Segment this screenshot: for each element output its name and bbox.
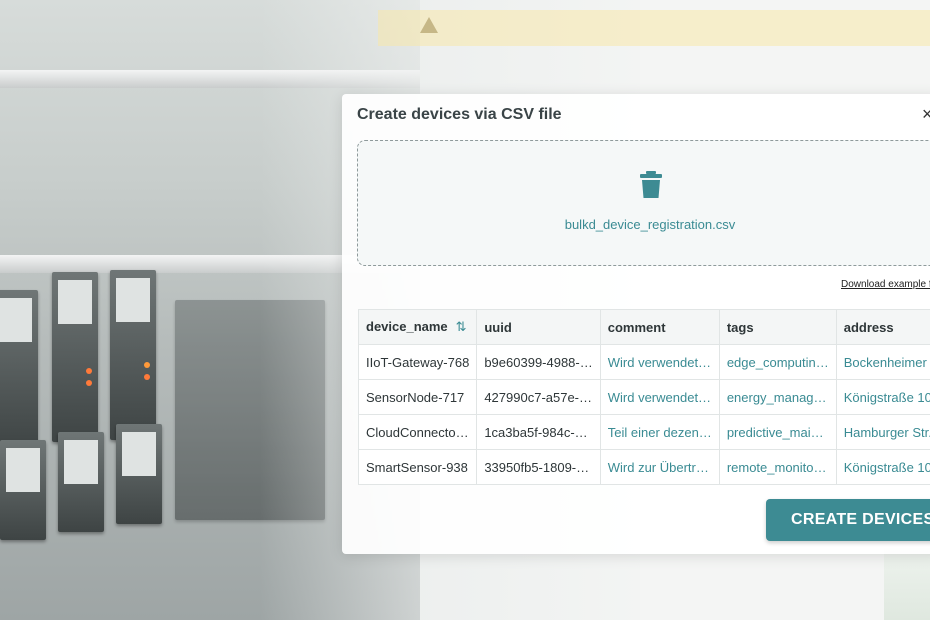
rack-module	[58, 432, 104, 532]
tags-cell[interactable]: predictive_mai…	[718, 414, 837, 450]
rack-module	[116, 424, 162, 524]
uuid-cell: 427990c7-a57e-…	[476, 379, 601, 415]
comment-cell[interactable]: Wird verwendet…	[599, 379, 720, 415]
table-row: IIoT-Gateway-768 b9e60399-4988-… Wird ve…	[357, 344, 930, 380]
device-name-cell: SensorNode-717	[357, 379, 478, 415]
address-cell[interactable]: Hamburger Str. …	[835, 414, 930, 450]
tags-cell[interactable]: energy_manag…	[718, 379, 837, 415]
tags-cell[interactable]: remote_monito…	[718, 449, 837, 485]
csv-dropzone[interactable]: bulkd_device_registration.csv	[357, 140, 930, 266]
rack-module	[0, 440, 46, 540]
tags-cell[interactable]: edge_computin…	[718, 344, 837, 380]
uuid-cell: 33950fb5-1809-…	[476, 449, 601, 485]
map-preview	[884, 548, 930, 620]
address-cell[interactable]: Königstraße 10,…	[835, 449, 930, 485]
column-header-tags[interactable]: tags	[718, 309, 837, 345]
rack-module	[52, 272, 98, 442]
uuid-cell: b9e60399-4988-…	[476, 344, 601, 380]
create-devices-modal: Create devices via CSV file × bulkd_devi…	[342, 94, 930, 554]
sort-icon[interactable]: ⇅	[456, 319, 467, 334]
rack-module	[110, 270, 156, 440]
warning-banner	[378, 10, 930, 46]
modal-title: Create devices via CSV file	[357, 106, 562, 123]
column-header-uuid[interactable]: uuid	[476, 309, 601, 345]
devices-preview-table: device_name ⇅ uuid comment tags address I…	[357, 309, 930, 485]
column-header-device-name[interactable]: device_name ⇅	[357, 309, 478, 345]
column-header-address[interactable]: address	[835, 309, 930, 345]
address-cell[interactable]: Bockenheimer …	[835, 344, 930, 380]
comment-cell[interactable]: Teil einer dezen…	[599, 414, 720, 450]
table-row: SensorNode-717 427990c7-a57e-… Wird verw…	[357, 379, 930, 415]
device-name-cell: SmartSensor-938	[357, 449, 478, 485]
download-example-link[interactable]: Download example f	[841, 279, 930, 290]
trash-icon[interactable]	[639, 171, 663, 199]
rack-module	[0, 290, 38, 450]
table-row: SmartSensor-938 33950fb5-1809-… Wird zur…	[357, 449, 930, 485]
close-icon[interactable]: ×	[922, 104, 930, 125]
comment-cell[interactable]: Wird zur Übertr…	[599, 449, 720, 485]
column-header-comment[interactable]: comment	[599, 309, 720, 345]
address-cell[interactable]: Königstraße 10,…	[835, 379, 930, 415]
table-header-row: device_name ⇅ uuid comment tags address	[357, 309, 930, 345]
comment-cell[interactable]: Wird verwendet…	[599, 344, 720, 380]
uploaded-file-name: bulkd_device_registration.csv	[564, 217, 736, 232]
device-name-cell: CloudConnecto…	[357, 414, 478, 450]
uuid-cell: 1ca3ba5f-984c-…	[476, 414, 601, 450]
warning-icon	[420, 17, 438, 33]
table-row: CloudConnecto… 1ca3ba5f-984c-… Teil eine…	[357, 414, 930, 450]
create-devices-button[interactable]: CREATE DEVICES	[766, 499, 930, 541]
device-name-cell: IIoT-Gateway-768	[357, 344, 478, 380]
